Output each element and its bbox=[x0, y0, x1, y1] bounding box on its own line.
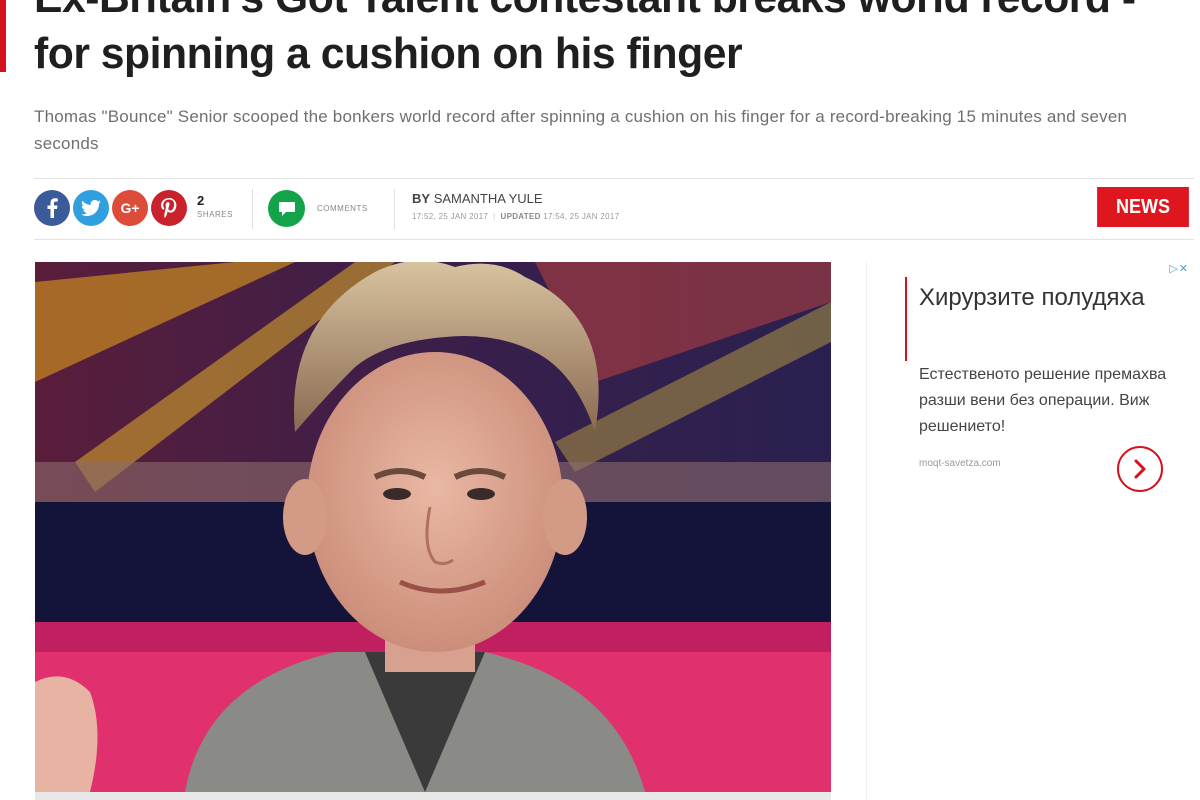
facebook-icon bbox=[47, 198, 58, 218]
share-count-label: SHARES bbox=[197, 210, 233, 219]
twitter-icon bbox=[81, 200, 101, 216]
google-plus-icon: G+ bbox=[120, 200, 140, 216]
published-date: 17:52, 25 JAN 2017 bbox=[412, 212, 489, 221]
updated-label: UPDATED bbox=[500, 212, 541, 221]
divider bbox=[394, 189, 395, 229]
google-plus-share-button[interactable]: G+ bbox=[112, 190, 148, 226]
byline-prefix: BY bbox=[412, 191, 431, 206]
sidebar-ad[interactable]: ▷✕ Хирурзите полудяха Естественото решен… bbox=[905, 262, 1195, 800]
article-dates: 17:52, 25 JAN 2017 | UPDATED 17:54, 25 JAN… bbox=[412, 212, 620, 221]
article-standfirst: Thomas "Bounce" Senior scooped the bonke… bbox=[34, 107, 1128, 153]
pinterest-share-button[interactable] bbox=[151, 190, 187, 226]
photo-caption-bar bbox=[35, 792, 831, 800]
share-count: 2 bbox=[197, 193, 205, 208]
chevron-right-icon bbox=[1134, 459, 1146, 479]
section-tag-news[interactable]: NEWS bbox=[1097, 187, 1189, 227]
comments-label[interactable]: COMMENTS bbox=[317, 204, 368, 213]
ad-title[interactable]: Хирурзите полудяха bbox=[919, 280, 1179, 316]
comments-button[interactable] bbox=[268, 190, 305, 227]
author-name[interactable]: SAMANTHA YULE bbox=[434, 191, 543, 206]
byline: BY SAMANTHA YULE bbox=[412, 191, 543, 206]
adchoices-icon[interactable]: ▷✕ bbox=[1169, 262, 1189, 275]
ad-open-button[interactable] bbox=[1117, 446, 1163, 492]
article-headline: Ex-Britain's Got Talent contestant break… bbox=[34, 0, 1136, 78]
sidebar-divider bbox=[866, 262, 867, 800]
headline-accent-bar bbox=[0, 0, 6, 72]
facebook-share-button[interactable] bbox=[34, 190, 70, 226]
divider bbox=[252, 189, 253, 229]
comment-bubble-icon bbox=[278, 201, 295, 216]
ad-domain: moqt-savetza.com bbox=[919, 458, 1001, 469]
ad-accent-bar bbox=[905, 277, 907, 361]
article-photo bbox=[35, 262, 831, 792]
article-meta-bar: G+ 2 SHARES COMMENTS BY SAMANTHA YULE 17… bbox=[34, 178, 1194, 240]
ad-body[interactable]: Естественото решение премахва разши вени… bbox=[919, 362, 1189, 440]
twitter-share-button[interactable] bbox=[73, 190, 109, 226]
pinterest-icon bbox=[161, 198, 177, 218]
updated-date: 17:54, 25 JAN 2017 bbox=[543, 212, 620, 221]
